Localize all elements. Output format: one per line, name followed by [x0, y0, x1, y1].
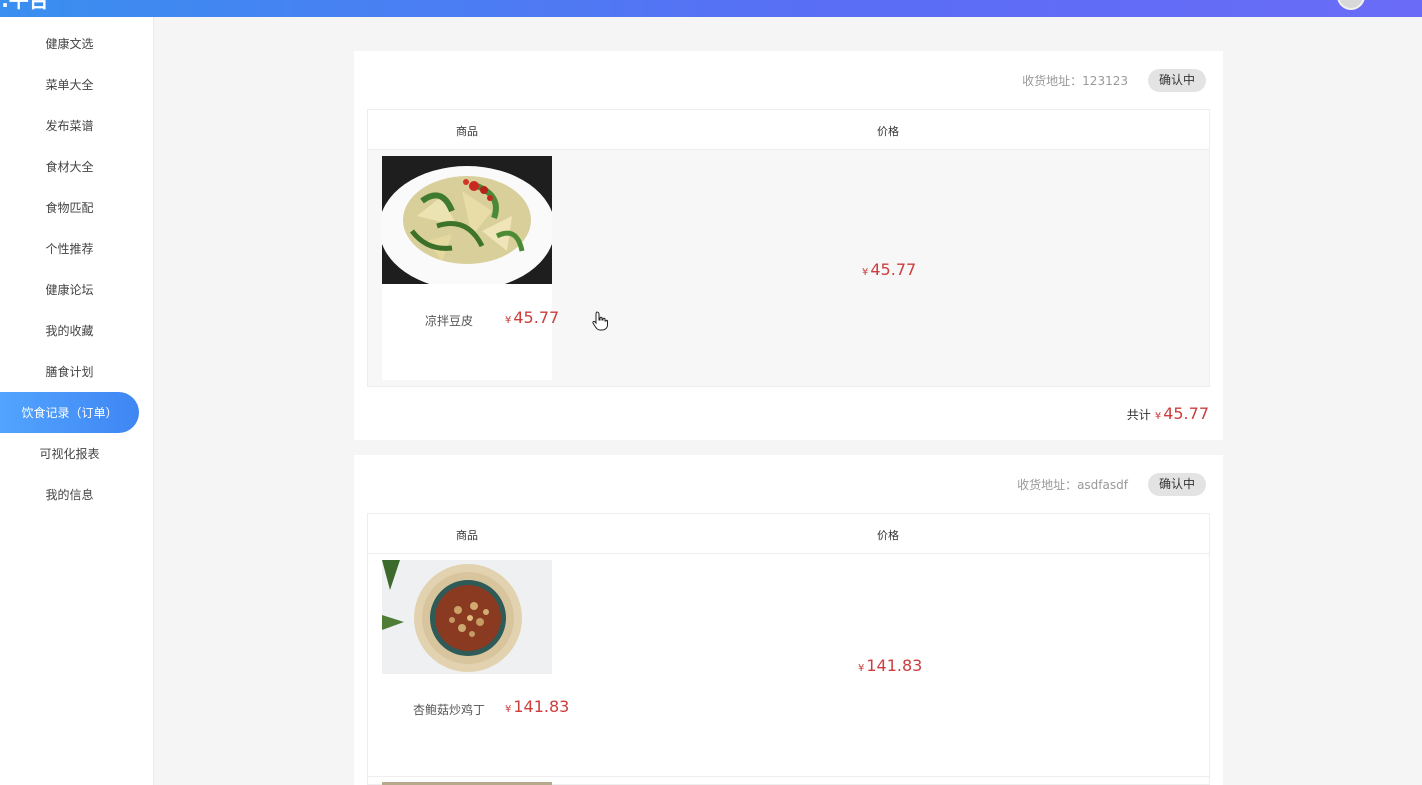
mushroom-chicken-dish-image[interactable]	[382, 560, 552, 674]
table-row[interactable]: 杏鲍菇炒鸡丁 ¥141.83 ¥141.83	[368, 554, 1209, 777]
delivery-address: 收货地址：123123	[1022, 73, 1128, 88]
column-header-price: 价格	[877, 529, 899, 542]
sidebar-item-menu[interactable]: 菜单大全	[0, 64, 139, 105]
sidebar-item-diet-records[interactable]: 饮食记录（订单）	[0, 392, 139, 433]
sidebar-item-recommend[interactable]: 个性推荐	[0, 228, 139, 269]
order-total: 共计 ¥45.77	[1127, 404, 1209, 423]
user-avatar[interactable]	[1337, 0, 1365, 10]
status-badge: 确认中	[1147, 472, 1206, 496]
order-card: 收货地址：123123 确认中 商品 价格 凉拌豆皮 ¥ 45.77 ¥ 45.…	[354, 51, 1223, 440]
product-price: ¥45.77	[505, 308, 560, 327]
order-table: 商品 价格	[367, 109, 1210, 387]
order-table: 商品 价格	[367, 513, 1210, 785]
delivery-address: 收货地址：asdfasdf	[1017, 477, 1128, 492]
total-price: ¥45.77	[1154, 404, 1209, 423]
order-card: 收货地址：asdfasdf 确认中 商品 价格 杏鲍菇炒鸡丁 ¥ 141.83 …	[354, 455, 1223, 785]
cold-tofu-skin-dish-image[interactable]	[382, 156, 552, 284]
sidebar-item-ingredients[interactable]: 食材大全	[0, 146, 139, 187]
column-header-product: 商品	[456, 125, 478, 138]
sidebar: 健康文选 菜单大全 发布菜谱 食材大全 食物匹配 个性推荐 健康论坛 我的收藏 …	[0, 17, 154, 785]
sidebar-item-health-articles[interactable]: 健康文选	[0, 23, 139, 64]
dish-photo-icon	[382, 560, 552, 674]
price-cell: ¥141.83	[858, 656, 923, 675]
brand-title: ...平台	[0, 0, 49, 12]
sidebar-item-food-match[interactable]: 食物匹配	[0, 187, 139, 228]
hand-cursor-icon	[592, 311, 608, 331]
product-card[interactable]: 杏鲍菇炒鸡丁 ¥141.83	[382, 560, 569, 772]
sidebar-item-forum[interactable]: 健康论坛	[0, 269, 139, 310]
column-header-product: 商品	[456, 529, 478, 542]
total-label: 共计	[1126, 408, 1151, 422]
dish-photo-icon	[382, 156, 552, 284]
sidebar-item-reports[interactable]: 可视化报表	[0, 433, 139, 474]
order-header: 收货地址：123123 确认中	[1022, 68, 1206, 92]
price-cell: ¥45.77	[862, 260, 917, 279]
product-price: ¥141.83	[505, 697, 570, 716]
table-row[interactable]: 凉拌豆皮 ¥45.77 ¥45.77	[368, 150, 1209, 386]
product-name: 杏鲍菇炒鸡丁	[413, 703, 486, 717]
table-header: 商品 价格	[368, 110, 1209, 150]
status-badge: 确认中	[1147, 68, 1206, 92]
order-header: 收货地址：asdfasdf 确认中	[1017, 472, 1206, 496]
product-name: 凉拌豆皮	[425, 314, 474, 328]
sidebar-item-favorites[interactable]: 我的收藏	[0, 310, 139, 351]
table-header: 商品 价格	[368, 514, 1209, 554]
sidebar-item-diet-plan[interactable]: 膳食计划	[0, 351, 139, 392]
product-card[interactable]: 凉拌豆皮 ¥45.77	[382, 156, 559, 380]
sidebar-item-my-info[interactable]: 我的信息	[0, 474, 139, 515]
sidebar-item-publish-recipe[interactable]: 发布菜谱	[0, 105, 139, 146]
column-header-price: 价格	[877, 125, 899, 138]
top-header: ...平台	[0, 0, 1422, 17]
